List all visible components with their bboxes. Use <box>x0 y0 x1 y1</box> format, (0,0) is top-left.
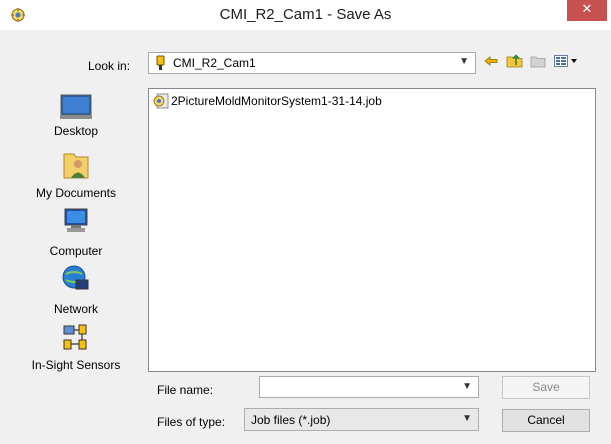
close-icon: ✕ <box>581 2 593 17</box>
place-label: Network <box>53 302 98 316</box>
place-label: My Documents <box>35 186 117 200</box>
my-documents-icon <box>63 153 89 179</box>
chevron-down-icon: ▼ <box>459 56 469 67</box>
job-file-icon <box>153 93 169 109</box>
chevron-down-icon: ▼ <box>462 413 472 424</box>
up-folder-icon[interactable] <box>506 52 524 70</box>
file-type-value: Job files (*.job) <box>251 413 331 427</box>
window-title: CMI_R2_Cam1 - Save As <box>219 6 392 23</box>
look-in-value: CMI_R2_Cam1 <box>173 56 256 70</box>
computer-icon <box>64 208 88 232</box>
place-label: Desktop <box>53 124 99 138</box>
file-name-field[interactable]: ▼ <box>259 376 479 398</box>
save-as-dialog: CMI_R2_Cam1 - Save As ✕ Look in: CMI_R2_… <box>0 0 611 444</box>
look-in-label: Look in: <box>88 59 131 73</box>
file-type-select[interactable]: Job files (*.job) ▼ <box>244 408 479 431</box>
network-icon <box>62 265 89 290</box>
chevron-down-icon[interactable]: ▼ <box>462 381 472 392</box>
new-folder-icon[interactable] <box>529 52 547 70</box>
back-arrow-icon[interactable] <box>482 52 500 70</box>
file-type-label: Files of type: <box>157 415 226 429</box>
save-button[interactable]: Save <box>502 376 590 399</box>
close-button[interactable]: ✕ <box>567 0 607 21</box>
file-name-label: File name: <box>157 383 214 397</box>
view-menu-icon[interactable] <box>553 52 579 70</box>
place-label: In-Sight Sensors <box>31 358 121 372</box>
place-label: Computer <box>49 244 103 258</box>
desktop-icon <box>60 94 92 119</box>
sensor-folder-icon <box>156 55 165 70</box>
cancel-button[interactable]: Cancel <box>502 409 590 432</box>
file-list[interactable]: 2PictureMoldMonitorSystem1-31-14.job <box>148 88 596 372</box>
title-bar: CMI_R2_Cam1 - Save As ✕ <box>0 0 611 30</box>
look-in-dropdown[interactable]: CMI_R2_Cam1 ▼ <box>148 52 476 74</box>
file-name-label: 2PictureMoldMonitorSystem1-31-14.job <box>171 94 382 108</box>
in-sight-sensors-icon <box>63 324 87 350</box>
